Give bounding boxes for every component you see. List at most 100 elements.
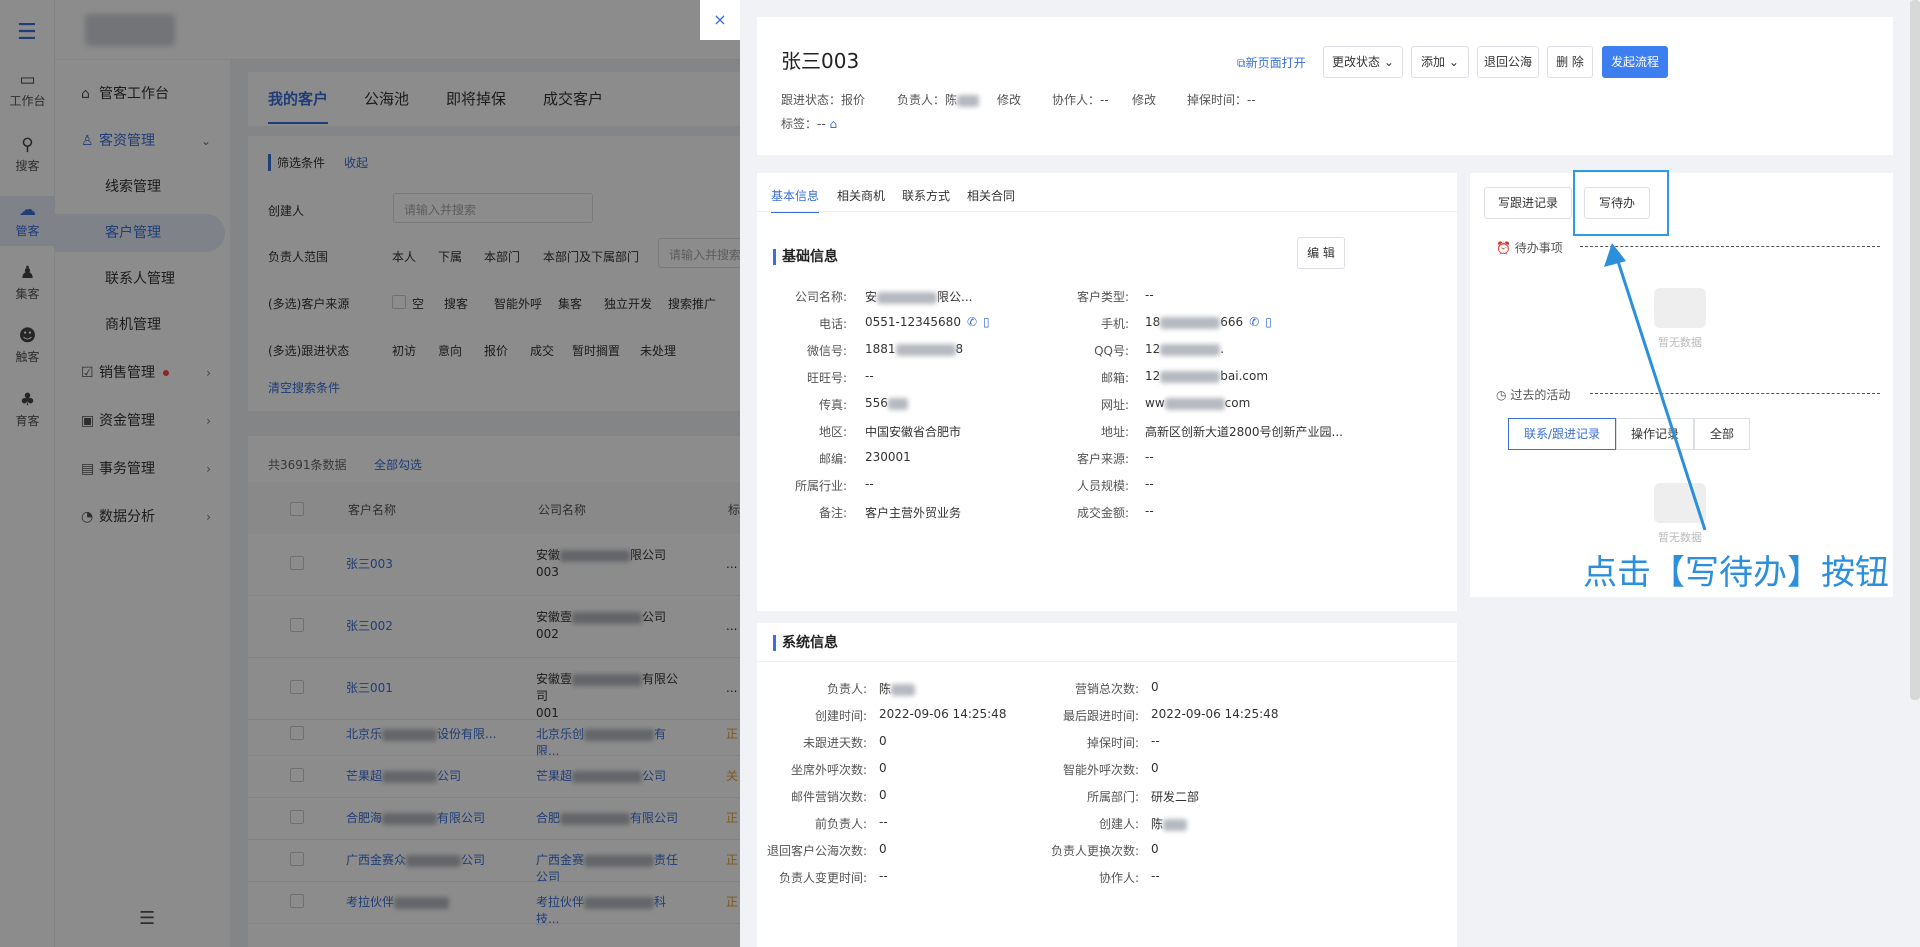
- field-value: 556: [865, 396, 908, 410]
- customer-title: 张三003: [781, 49, 860, 73]
- sys-field-value: 0: [879, 788, 887, 802]
- sys-field-value: 0: [1151, 842, 1159, 856]
- field-label: 所属行业:: [794, 479, 847, 493]
- pointer-arrow: [1604, 243, 1707, 531]
- sys-field-label: 协作人:: [1098, 871, 1139, 885]
- edit-owner-link[interactable]: 修改: [997, 91, 1021, 108]
- field-label: 微信号:: [806, 344, 847, 358]
- field-label: 邮编:: [818, 452, 847, 466]
- todo-section-title: ⏰ 待办事项: [1496, 241, 1563, 255]
- basic-info-title: 基础信息: [773, 249, 838, 265]
- sys-field-label: 前负责人:: [814, 817, 867, 831]
- sys-field-label: 退回客户公海次数:: [766, 844, 867, 858]
- tab-related-opps[interactable]: 相关商机: [837, 187, 885, 204]
- sys-field-value: --: [879, 815, 888, 829]
- sys-field-value: 陈: [879, 680, 916, 697]
- field-label: QQ号:: [1094, 344, 1129, 358]
- sys-field-value: 0: [879, 734, 887, 748]
- field-value: ww com: [1145, 396, 1251, 410]
- add-button[interactable]: 添加 ⌄: [1411, 46, 1469, 78]
- mobile-icon[interactable]: ▯: [983, 315, 990, 329]
- field-value: 12.: [1145, 342, 1225, 356]
- field-value: --: [1145, 450, 1154, 464]
- sys-field-value: --: [879, 869, 888, 883]
- sys-field-label: 所属部门:: [1086, 790, 1139, 804]
- field-value: 0551-12345680 ✆ ▯: [865, 315, 990, 329]
- field-label: 手机:: [1100, 317, 1129, 331]
- chevron-down-icon: ⌄: [1383, 55, 1394, 69]
- sys-field-value: --: [1151, 734, 1160, 748]
- new-page-icon: ⧉: [1237, 56, 1246, 70]
- sys-field-label: 创建时间:: [814, 709, 867, 723]
- field-label: 传真:: [818, 398, 847, 412]
- sys-field-value: 2022-09-06 14:25:48: [1151, 707, 1279, 721]
- field-value: --: [1145, 288, 1154, 302]
- field-value: 客户主营外贸业务: [865, 506, 962, 520]
- field-label: 备注:: [818, 506, 847, 520]
- start-flow-button[interactable]: 发起流程: [1602, 46, 1668, 78]
- field-value: 高新区创新大道2800号创新产业园...: [1145, 425, 1343, 439]
- field-label: 人员规模:: [1076, 479, 1129, 493]
- basic-info-card: 基本信息 相关商机 联系方式 相关合同 基础信息 编 辑 公司名称: 安限公...…: [757, 173, 1457, 611]
- sys-field-value: 0: [1151, 680, 1159, 694]
- sys-field-label: 负责人变更时间:: [778, 871, 867, 885]
- field-label: 邮箱:: [1100, 371, 1129, 385]
- mobile-icon[interactable]: ▯: [1265, 315, 1272, 329]
- scrollbar[interactable]: [1910, 0, 1920, 700]
- edit-collab-link[interactable]: 修改: [1132, 91, 1156, 108]
- field-label: 旺旺号:: [806, 371, 847, 385]
- follow-status: 报价: [841, 93, 866, 107]
- sys-field-label: 坐席外呼次数:: [790, 763, 867, 777]
- system-info-title: 系统信息: [773, 635, 838, 651]
- field-value: 中国安徽省合肥市: [865, 425, 962, 439]
- field-label: 客户类型:: [1076, 290, 1129, 304]
- delete-button[interactable]: 删 除: [1547, 46, 1593, 78]
- clock-icon: ◷: [1496, 388, 1507, 402]
- detail-header: 张三003 跟进状态：报价 负责人：陈 修改 协作人：-- 修改 掉保时间：--…: [757, 17, 1893, 155]
- field-value: 1881 8: [865, 342, 964, 356]
- chevron-down-icon: ⌄: [1448, 55, 1459, 69]
- sys-field-label: 未跟进天数:: [802, 736, 867, 750]
- field-value: --: [865, 369, 874, 383]
- sys-field-label: 掉保时间:: [1086, 736, 1139, 750]
- tag-icon[interactable]: ⌂: [830, 117, 838, 131]
- phone-icon[interactable]: ✆: [1249, 315, 1259, 329]
- field-label: 成交金额:: [1076, 506, 1129, 520]
- sys-field-label: 负责人更换次数:: [1050, 844, 1139, 858]
- highlight-box: [1573, 170, 1669, 236]
- sys-field-label: 负责人:: [826, 682, 867, 696]
- tab-contracts[interactable]: 相关合同: [967, 187, 1015, 204]
- sys-field-label: 智能外呼次数:: [1062, 763, 1139, 777]
- customer-detail-drawer: 张三003 跟进状态：报价 负责人：陈 修改 协作人：-- 修改 掉保时间：--…: [740, 0, 1920, 947]
- change-status-button[interactable]: 更改状态 ⌄: [1323, 46, 1403, 78]
- field-value: 230001: [865, 450, 911, 464]
- sys-field-value: 0: [1151, 761, 1159, 775]
- annotation-callout: 点击【写待办】按钮: [1583, 553, 1889, 593]
- close-icon: ×: [713, 10, 727, 29]
- tab-basic-info[interactable]: 基本信息: [771, 187, 820, 213]
- field-label: 网址:: [1100, 398, 1129, 412]
- tab-contacts[interactable]: 联系方式: [902, 187, 950, 204]
- field-label: 公司名称:: [794, 290, 847, 304]
- edit-button[interactable]: 编 辑: [1297, 237, 1345, 269]
- close-drawer-button[interactable]: ×: [700, 0, 740, 40]
- sys-field-label: 最后跟进时间:: [1062, 709, 1139, 723]
- sys-field-label: 营销总次数:: [1074, 682, 1139, 696]
- field-value: --: [1145, 504, 1154, 518]
- sys-field-label: 创建人:: [1098, 817, 1139, 831]
- field-label: 电话:: [818, 317, 847, 331]
- owner-value: 陈: [945, 93, 958, 107]
- write-follow-button[interactable]: 写跟进记录: [1484, 187, 1572, 219]
- system-info-card: 系统信息 负责人: 陈创建时间: 2022-09-06 14:25:48 未跟进天数:…: [757, 623, 1457, 947]
- field-label: 地址:: [1100, 425, 1129, 439]
- field-value: 安限公...: [865, 290, 973, 304]
- return-pool-button[interactable]: 退回公海: [1477, 46, 1539, 78]
- field-label: 客户来源:: [1076, 452, 1129, 466]
- phone-icon[interactable]: ✆: [967, 315, 977, 329]
- sys-field-value: 0: [879, 842, 887, 856]
- open-new-page-link[interactable]: ⧉新页面打开: [1237, 54, 1306, 71]
- blurred-text: [957, 94, 980, 107]
- past-activity-title: ◷ 过去的活动: [1496, 388, 1571, 402]
- alarm-icon: ⏰: [1496, 241, 1511, 255]
- modal-overlay[interactable]: [0, 0, 740, 947]
